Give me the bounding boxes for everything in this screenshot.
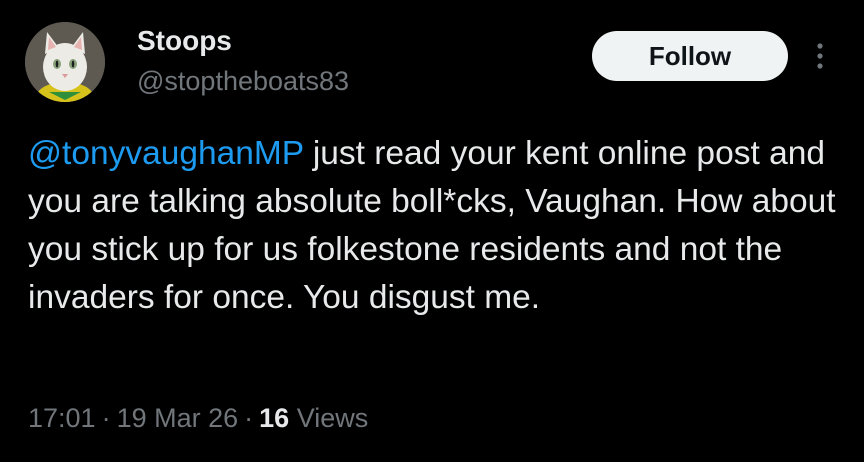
views-label: Views (296, 403, 369, 433)
mention-link[interactable]: @tonyvaughanMP (28, 135, 304, 172)
follow-button[interactable]: Follow (592, 31, 788, 81)
meta-separator: · (244, 403, 254, 433)
display-name[interactable]: Stoops (137, 24, 232, 58)
more-vertical-icon[interactable] (808, 40, 832, 72)
views-count: 16 (259, 403, 290, 433)
avatar[interactable] (25, 22, 105, 102)
tweet-text: @tonyvaughanMP just read your kent onlin… (28, 130, 848, 322)
tweet-meta: 17:01 · 19 Mar 26 · 16 Views (28, 398, 368, 438)
tweet: Stoops @stoptheboats83 Follow @tonyvaugh… (0, 0, 864, 462)
meta-separator: · (101, 403, 111, 433)
tweet-date[interactable]: 19 Mar 26 (117, 403, 239, 433)
cat-avatar-icon (25, 22, 105, 102)
user-handle[interactable]: @stoptheboats83 (137, 64, 349, 98)
tweet-time[interactable]: 17:01 (28, 403, 96, 433)
